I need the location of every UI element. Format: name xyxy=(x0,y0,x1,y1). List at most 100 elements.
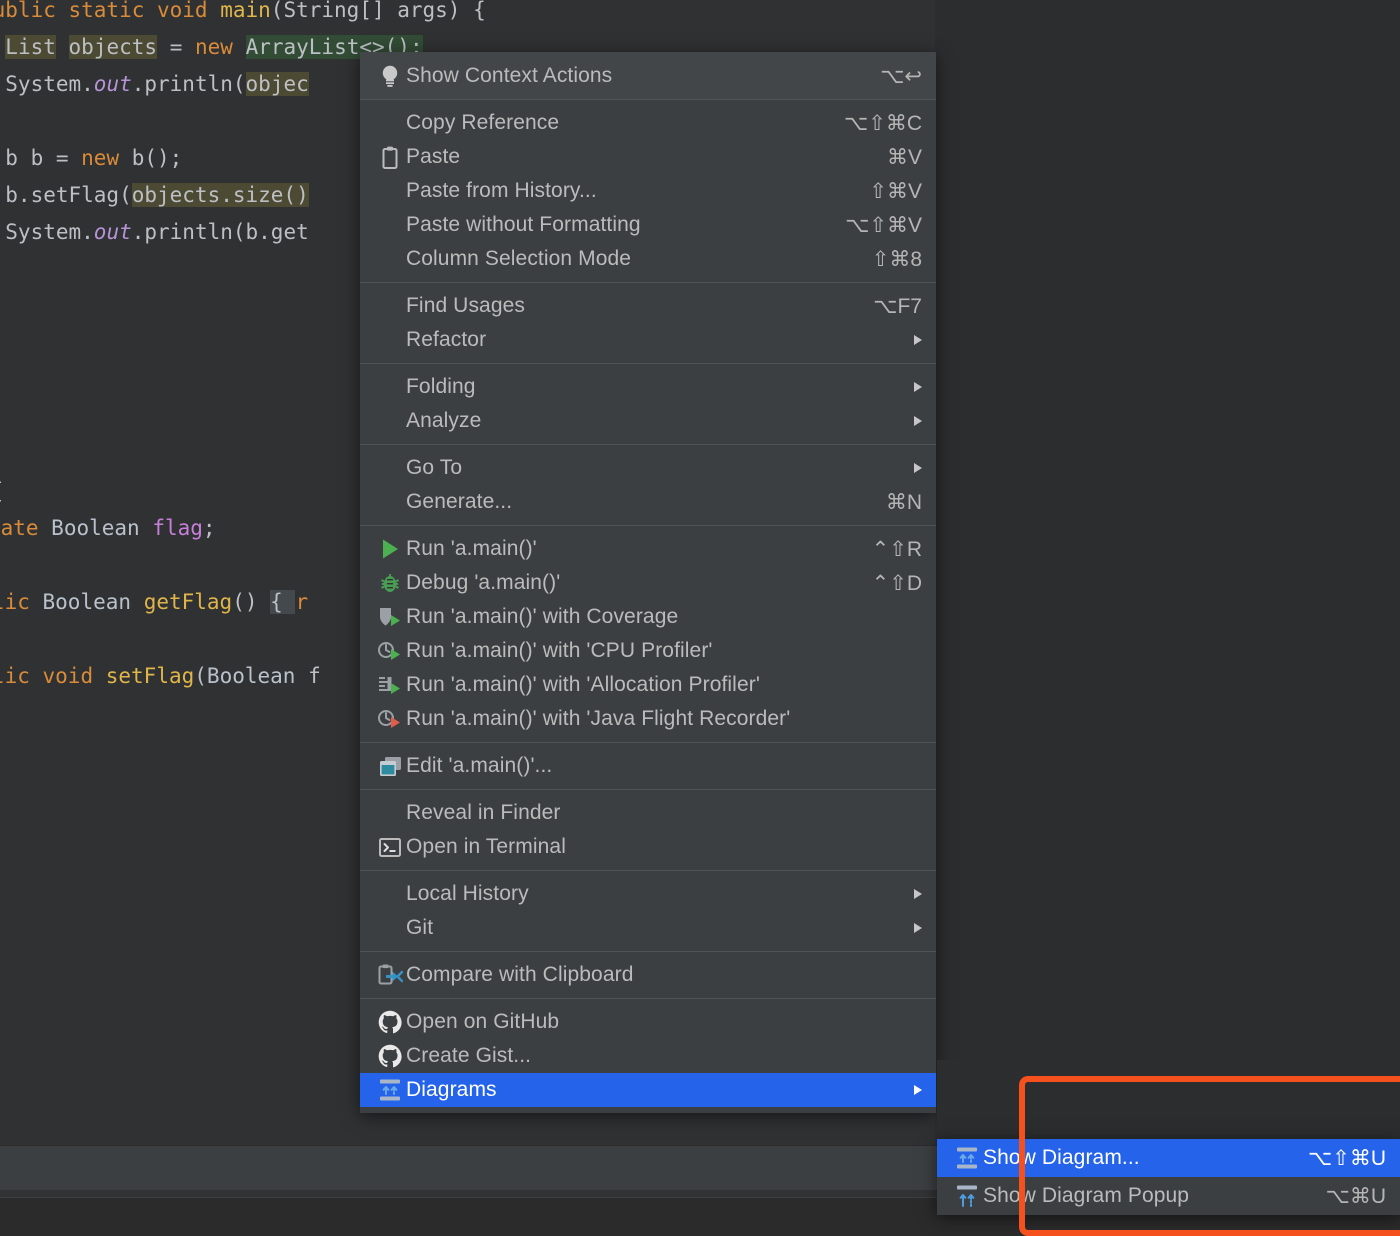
menu-item-shortcut: ⌃⇧R xyxy=(871,537,922,561)
code-token: public xyxy=(0,664,30,688)
menu-item-run-a-main-with-java-flight-recorder[interactable]: Run 'a.main()' with 'Java Flight Recorde… xyxy=(360,702,936,736)
menu-item-local-history[interactable]: Local History xyxy=(360,877,936,911)
menu-item-label: Debug 'a.main()' xyxy=(406,571,561,594)
menu-item-label: Generate... xyxy=(406,490,513,513)
menu-item-shortcut: ⌥⌘U xyxy=(1325,1184,1386,1208)
code-line: public static void main(String[] args) { xyxy=(0,0,486,29)
menu-item-diagrams[interactable]: Diagrams xyxy=(360,1073,936,1107)
menu-item-copy-reference[interactable]: Copy Reference ⌥⇧⌘C xyxy=(360,106,936,140)
code-token: (String[] args) { xyxy=(270,0,486,22)
menu-item-label: Copy Reference xyxy=(406,111,560,134)
menu-item-refactor[interactable]: Refactor xyxy=(360,323,936,357)
menu-item-label: Run 'a.main()' with 'Allocation Profiler… xyxy=(406,673,760,696)
menu-item-label: Diagrams xyxy=(406,1078,497,1101)
menu-item-shortcut: ⌥↩ xyxy=(880,64,922,88)
menu-item-show-context-actions[interactable]: Show Context Actions ⌥↩ xyxy=(360,59,936,93)
menu-item-label: Reveal in Finder xyxy=(406,801,561,824)
menu-item-run-a-main[interactable]: Run 'a.main()' ⌃⇧R xyxy=(360,532,936,566)
edit-config-icon xyxy=(374,749,406,783)
menu-item-label: Show Diagram... xyxy=(983,1146,1140,1169)
no-icon xyxy=(374,242,406,276)
menu-item-open-in-terminal[interactable]: Open in Terminal xyxy=(360,830,936,864)
editor-context-menu[interactable]: Show Context Actions ⌥↩ Copy Reference ⌥⇧⌘C… xyxy=(360,52,936,1113)
menu-item-shortcut: ⌘N xyxy=(885,490,922,514)
diagrams-submenu[interactable]: Show Diagram... ⌥⇧⌘U Show Diagram Popup ⌥⌘U xyxy=(937,1139,1400,1215)
menu-item-open-on-github[interactable]: Open on GitHub xyxy=(360,1005,936,1039)
code-token: public xyxy=(0,590,30,614)
menu-item-label: Find Usages xyxy=(406,294,525,317)
menu-item-label: Local History xyxy=(406,882,529,905)
compare-clipboard-icon xyxy=(374,958,406,992)
menu-item-label: Run 'a.main()' with Coverage xyxy=(406,605,679,628)
menu-item-column-selection-mode[interactable]: Column Selection Mode ⇧⌘8 xyxy=(360,242,936,276)
menu-item-label: Run 'a.main()' with 'CPU Profiler' xyxy=(406,639,713,662)
code-token: out xyxy=(93,220,132,244)
menu-item-paste[interactable]: Paste ⌘V xyxy=(360,140,936,174)
menu-item-show-diagram-popup[interactable]: Show Diagram Popup ⌥⌘U xyxy=(937,1177,1400,1215)
coverage-icon xyxy=(374,600,406,634)
menu-item-label: Edit 'a.main()'... xyxy=(406,754,553,777)
no-icon xyxy=(374,911,406,945)
menu-item-debug-a-main[interactable]: Debug 'a.main()' ⌃⇧D xyxy=(360,566,936,600)
code-line: private Boolean flag; xyxy=(0,510,216,547)
menu-item-compare-with-clipboard[interactable]: Compare with Clipboard xyxy=(360,958,936,992)
menu-section-vcs: Local History Git xyxy=(360,870,936,951)
code-token: flag xyxy=(152,516,203,540)
code-token: r xyxy=(295,590,309,614)
menu-section-navigation: Go To Generate... ⌘N xyxy=(360,444,936,525)
code-token: { xyxy=(270,590,296,614)
code-token: b.setFlag( xyxy=(5,183,132,207)
menu-item-generate[interactable]: Generate... ⌘N xyxy=(360,485,936,519)
menu-item-find-usages[interactable]: Find Usages ⌥F7 xyxy=(360,289,936,323)
menu-item-run-a-main-with-coverage[interactable]: Run 'a.main()' with Coverage xyxy=(360,600,936,634)
menu-section-context-actions: Show Context Actions ⌥↩ xyxy=(360,52,936,99)
menu-item-label: Git xyxy=(406,916,434,939)
menu-section-github: Open on GitHub Create Gist... Diagrams xyxy=(360,998,936,1113)
code-token: Boolean xyxy=(206,664,296,688)
chevron-right-icon xyxy=(914,463,922,473)
menu-item-paste-without-formatting[interactable]: Paste without Formatting ⌥⇧⌘V xyxy=(360,208,936,242)
menu-item-run-a-main-with-allocation-profiler[interactable]: Run 'a.main()' with 'Allocation Profiler… xyxy=(360,668,936,702)
menu-item-analyze[interactable]: Analyze xyxy=(360,404,936,438)
chevron-right-icon xyxy=(914,382,922,392)
chevron-right-icon xyxy=(914,335,922,345)
flight-recorder-icon xyxy=(374,702,406,736)
editor-right-pane xyxy=(935,0,1400,1197)
menu-item-paste-from-history[interactable]: Paste from History... ⇧⌘V xyxy=(360,174,936,208)
code-token: .println( xyxy=(131,72,246,96)
menu-item-shortcut: ⌥⇧⌘C xyxy=(844,111,922,135)
menu-item-label: Show Context Actions xyxy=(406,64,613,87)
no-icon xyxy=(374,289,406,323)
menu-item-label: Refactor xyxy=(406,328,487,351)
menu-section-clipboard: Copy Reference ⌥⇧⌘C Paste ⌘V Paste from Hist… xyxy=(360,99,936,282)
menu-item-folding[interactable]: Folding xyxy=(360,370,936,404)
menu-item-edit-a-main[interactable]: Edit 'a.main()'... xyxy=(360,749,936,783)
menu-item-git[interactable]: Git xyxy=(360,911,936,945)
menu-item-create-gist[interactable]: Create Gist... xyxy=(360,1039,936,1073)
menu-item-label: Paste from History... xyxy=(406,179,597,202)
run-icon xyxy=(374,532,406,566)
code-token: objec xyxy=(245,72,309,96)
no-icon xyxy=(374,208,406,242)
lightbulb-icon xyxy=(374,59,406,93)
no-icon xyxy=(374,404,406,438)
diagrams-icon xyxy=(374,1073,406,1107)
menu-item-run-a-main-with-cpu-profiler[interactable]: Run 'a.main()' with 'CPU Profiler' xyxy=(360,634,936,668)
menu-item-label: Analyze xyxy=(406,409,482,432)
menu-item-go-to[interactable]: Go To xyxy=(360,451,936,485)
menu-item-show-diagram[interactable]: Show Diagram... ⌥⇧⌘U xyxy=(937,1139,1400,1177)
code-token: System. xyxy=(5,220,94,244)
menu-item-label: Run 'a.main()' with 'Java Flight Recorde… xyxy=(406,707,791,730)
menu-item-shortcut: ⌥F7 xyxy=(873,294,922,318)
code-token: void xyxy=(42,664,94,688)
code-token: objects xyxy=(68,35,158,59)
menu-item-reveal-in-finder[interactable]: Reveal in Finder xyxy=(360,796,936,830)
submenu-backdrop xyxy=(937,1060,1400,1139)
menu-item-label: Paste xyxy=(406,145,461,168)
code-token: = xyxy=(157,35,195,59)
chevron-right-icon xyxy=(914,923,922,933)
